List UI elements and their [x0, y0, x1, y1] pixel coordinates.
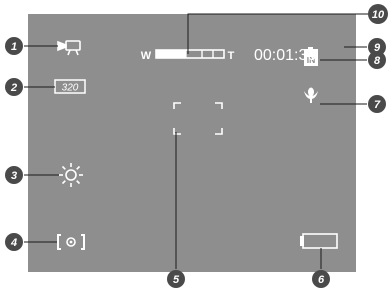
callout-9: 9 [368, 38, 386, 56]
callout-6: 6 [312, 270, 330, 288]
callout-2: 2 [5, 78, 23, 96]
callout-label: 10 [372, 9, 385, 21]
zoom-level-fill [156, 50, 187, 58]
callout-10: 10 [368, 4, 388, 24]
callout-label: 1 [11, 41, 17, 53]
callout-1: 1 [5, 37, 23, 55]
callout-label: 4 [10, 237, 17, 249]
callout-5: 5 [167, 270, 185, 288]
callout-3: 3 [5, 166, 23, 184]
camera-lcd-diagram: 320 IN 00:01:30 W T 1 2 3 4 5 6 7 8 9 10 [5, 4, 388, 288]
callout-label: 5 [173, 274, 180, 286]
recording-time: 00:01:30 [254, 47, 316, 64]
callout-label: 2 [10, 82, 17, 94]
callout-7: 7 [368, 95, 386, 113]
callout-label: 8 [374, 55, 381, 67]
callout-label: 9 [374, 42, 381, 54]
resolution-label: 320 [62, 83, 79, 94]
callout-label: 3 [11, 170, 17, 182]
callout-label: 7 [374, 99, 381, 111]
callout-label: 6 [318, 274, 325, 286]
zoom-wide-label: W [141, 50, 152, 62]
callout-4: 4 [5, 233, 23, 251]
zoom-tele-label: T [228, 50, 235, 62]
